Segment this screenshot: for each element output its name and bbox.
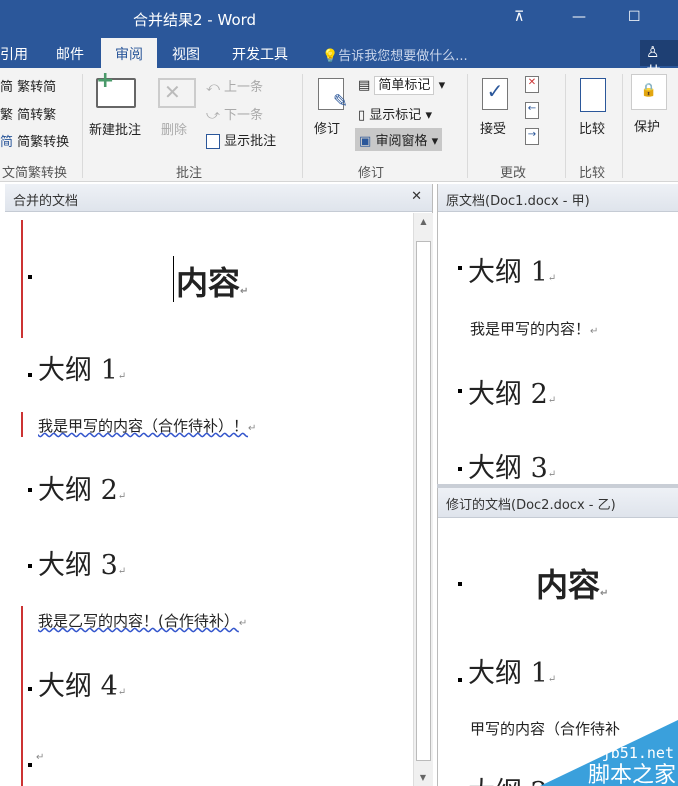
ribbon: 简 繁转简 繁 简转繁 简 简繁转换 文简繁转换 + 新建批注 ✕ 删除 ⤺ 上… [0,68,678,182]
merged-paragraph-2[interactable]: 我是乙写的内容！(合作待补）↵ [38,610,247,631]
pane-title: 合并的文档 [13,194,79,209]
merged-outline-2[interactable]: 大纲 2↵ [38,468,126,507]
empty-paragraph: ↵ [36,752,45,763]
original-outline-1[interactable]: 大纲 1↵ [468,250,556,289]
track-changes-icon: ✎ [318,78,348,112]
group-label: 文简繁转换 [2,166,68,181]
revised-outline-2[interactable]: 大纲 2 [468,770,548,786]
tell-me-search[interactable]: 💡告诉我您想要做什么... [322,45,468,64]
markup-dropdown[interactable]: ▤ 简单标记 ▾ [358,74,445,95]
ribbon-display-icon[interactable]: ⊼ [514,9,524,25]
group-label: 更改 [500,166,527,181]
show-markup-button[interactable]: ▯ 显示标记 ▾ [358,104,432,123]
title-bar: 合并结果2 - Word ⊼ — ☐ [0,0,678,38]
track-changes-button[interactable]: 修订 [314,118,340,137]
vertical-scrollbar[interactable]: ▲ ▼ [413,213,433,786]
group-label: 批注 [176,166,203,181]
merged-heading[interactable]: 内容↵ [176,258,248,304]
label: 上一条 [224,80,264,95]
watermark-logo: jb51.net 脚本之家 [540,720,678,786]
pane-header: 原文档(Doc1.docx - 甲) [438,184,678,212]
pane-header: 修订的文档(Doc2.docx - 乙) [438,488,678,518]
pane-title: 原文档(Doc1.docx - 甲) [446,194,590,209]
label: 简转繁 [17,108,57,123]
tell-me-text: 告诉我您想要做什么... [338,49,468,64]
accept-button[interactable]: 接受 [480,118,506,137]
original-outline-3[interactable]: 大纲 3↵ [468,446,556,484]
close-icon[interactable]: ✕ [411,189,422,204]
group-label: 修订 [358,166,385,181]
reject-icon[interactable]: ✕ [525,76,539,93]
previous-change-icon[interactable]: ← [525,102,539,119]
next-comment-button[interactable]: ⤻ 下一条 [206,104,263,123]
tab-review[interactable]: 审阅 [101,38,157,68]
merged-paragraph-1[interactable]: 我是甲写的内容（合作待补）！↵ [38,415,256,436]
text-cursor [173,256,174,302]
new-comment-button[interactable]: 新建批注 [89,119,141,138]
show-comments-button[interactable]: 显示批注 [206,130,276,149]
svg-text:脚本之家: 脚本之家 [588,763,676,786]
trad-to-simp-button[interactable]: 简 繁转简 [0,76,56,95]
ribbon-tabs: 引用 邮件 审阅 视图 开发工具 💡告诉我您想要做什么... ♙共 [0,38,678,81]
protect-button[interactable]: 保护 [634,116,660,135]
window-title: 合并结果2 - Word [133,11,257,29]
label: 下一条 [224,108,264,123]
original-paragraph-1[interactable]: 我是甲写的内容！↵ [470,318,598,339]
label: 显示标记 [369,108,422,123]
minimize-button[interactable]: — [572,9,586,25]
show-comments-icon [206,134,220,149]
group-label: 比较 [579,166,606,181]
label: 显示批注 [224,134,277,149]
next-change-icon[interactable]: → [525,128,539,145]
merged-outline-1[interactable]: 大纲 1↵ [38,348,126,387]
merged-outline-3[interactable]: 大纲 3↵ [38,543,126,582]
revised-heading[interactable]: 内容↵ [536,560,608,606]
tab-developer[interactable]: 开发工具 [232,44,288,64]
markup-value: 简单标记 [374,76,435,95]
tab-view[interactable]: 视图 [172,44,200,64]
reviewing-pane-button[interactable]: ▣ 审阅窗格 ▾ [355,128,443,151]
protect-icon: 🔒 [631,74,667,110]
svg-text:jb51.net: jb51.net [602,744,674,762]
original-document-pane: 原文档(Doc1.docx - 甲) 大纲 1↵ 我是甲写的内容！↵ 大纲 2↵… [437,184,678,484]
label: 审阅窗格 [375,134,428,149]
tab-references[interactable]: 引用 [0,44,28,64]
revised-outline-1[interactable]: 大纲 1↵ [468,651,556,690]
delete-comment-button[interactable]: 删除 [161,119,187,138]
label: 繁转简 [17,80,57,95]
pane-title: 修订的文档(Doc2.docx - 乙) [446,498,616,513]
maximize-button[interactable]: ☐ [628,9,641,25]
convert-button[interactable]: 简 简繁转换 [0,131,69,150]
label: 简繁转换 [17,135,70,150]
merged-outline-4[interactable]: 大纲 4↵ [38,664,126,703]
compare-icon [580,78,606,112]
tab-mailings[interactable]: 邮件 [56,44,84,64]
scrollbar-thumb[interactable] [416,241,431,761]
simp-to-trad-button[interactable]: 繁 简转繁 [0,104,56,123]
previous-comment-button[interactable]: ⤺ 上一条 [206,76,263,95]
new-comment-icon: + [96,68,136,108]
delete-comment-icon: ✕ [158,78,196,108]
pane-header: 合并的文档 ✕ [5,184,432,212]
compare-button[interactable]: 比较 [579,118,605,137]
accept-icon: ✓ [482,78,508,110]
original-outline-2[interactable]: 大纲 2↵ [468,372,556,411]
share-button[interactable]: ♙共 [640,40,678,81]
